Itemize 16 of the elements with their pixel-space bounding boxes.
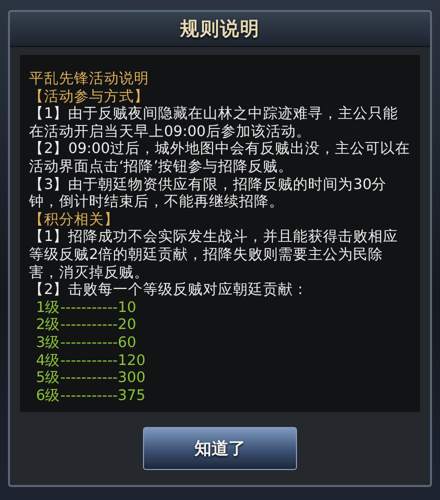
reward-row-text: 4级-----------120 <box>35 352 146 370</box>
reward-row-text: 1级-----------10 <box>35 300 138 318</box>
rule-paragraph: 【1】招降成功不会实际发生战斗，并且能获得击败相应等级反贼2倍的朝廷贡献，招降失败则需要主公为民除害，消灭掉反贼。 <box>29 229 400 282</box>
rule-paragraph: 【1】由于反贼夜间隐藏在山林之中踪迹难寻，主公只能在活动开启当天早上09:00后参加该活动。 <box>29 106 400 140</box>
rule-paragraph: 【2】击败每一个等级反贼对应朝廷贡献： <box>29 282 310 300</box>
reward-row-text: 6级-----------375 <box>35 388 146 406</box>
rule-paragraph: 【3】由于朝廷物资供应有限，招降反贼的时间为30分钟，倒计时结束后，不能再继续招降。 <box>29 176 388 212</box>
rule-paragraph: 【2】09:00过后，城外地图中会有反贼出没，主公可以在活动界面点击‘招降’按钮参与招降反贼。 <box>29 141 410 176</box>
confirm-button[interactable]: 知道了 <box>143 427 297 470</box>
dialog-title: 规则说明 <box>180 17 260 42</box>
reward-row-text: 5级-----------300 <box>35 370 146 388</box>
reward-row-text: 2级-----------20 <box>35 317 138 335</box>
section-heading: 【积分相关】 <box>29 212 120 229</box>
reward-row-text: 3级-----------60 <box>35 334 138 352</box>
section-heading: 【活动参与方式】 <box>29 88 150 106</box>
rules-heading: 平乱先锋活动说明 <box>29 71 150 88</box>
